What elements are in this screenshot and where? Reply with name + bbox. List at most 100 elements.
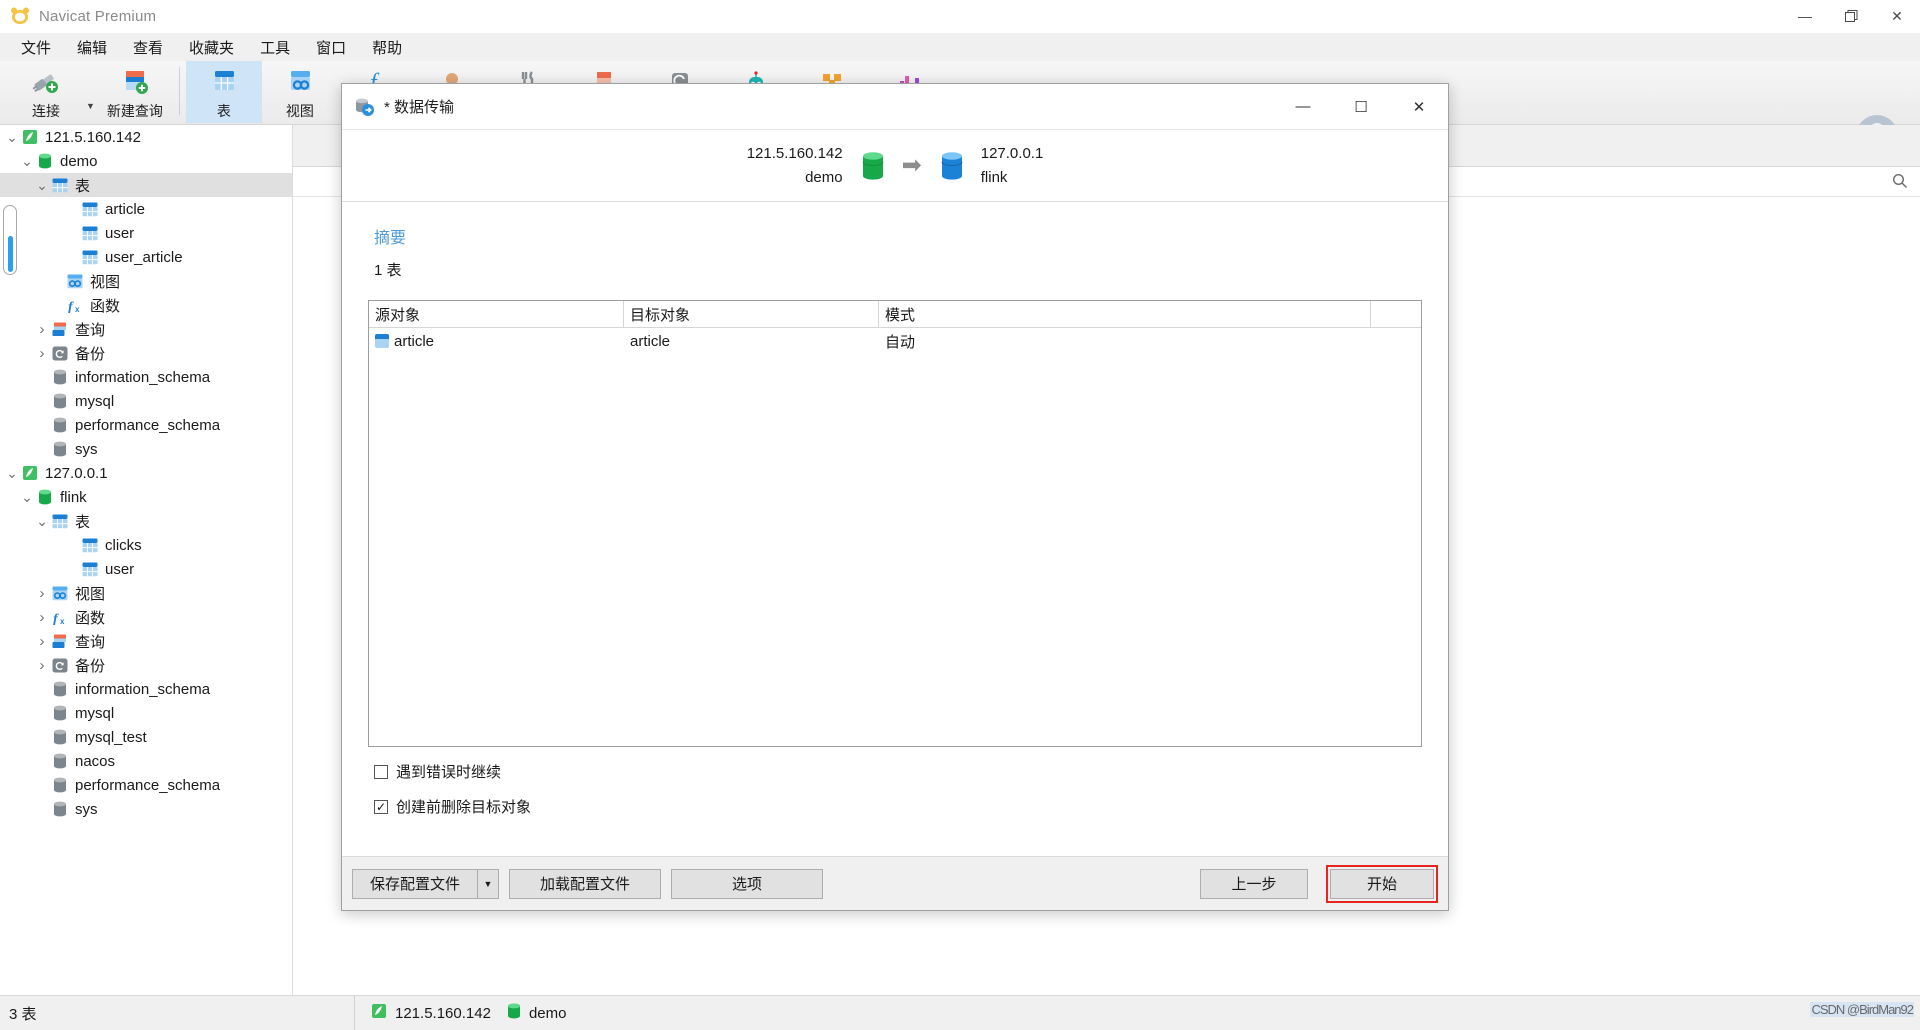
menu-view[interactable]: 查看 (120, 34, 176, 61)
tree-item-121-5-160-142[interactable]: ⌄ 121.5.160.142 (0, 125, 292, 149)
tree-item--[interactable]: ⌄ 表 (0, 173, 292, 197)
tree-item-information_schema[interactable]: information_schema (0, 365, 292, 389)
menubar: 文件 编辑 查看 收藏夹 工具 窗口 帮助 (0, 33, 1920, 61)
window-close-button[interactable]: ✕ (1874, 0, 1920, 33)
tree-item--[interactable]: › 备份 (0, 341, 292, 365)
chevron-down-icon[interactable]: ⌄ (34, 178, 50, 192)
tree-item-sys[interactable]: sys (0, 437, 292, 461)
watermark-text: CSDN @BirdMan92 (1810, 1002, 1914, 1017)
chevron-right-icon[interactable]: › (34, 633, 50, 650)
grid-header-row: 源对象 目标对象 模式 (369, 301, 1421, 328)
window-maximize-button[interactable] (1828, 0, 1874, 33)
chevron-right-icon[interactable]: › (34, 657, 50, 674)
tree-item-label: 备份 (75, 345, 106, 363)
tree-item-label: nacos (75, 752, 116, 770)
tree-item-information_schema[interactable]: information_schema (0, 677, 292, 701)
toolbar-connection-label: 连接 (32, 103, 60, 119)
save-profile-split-button: 保存配置文件 ▼ (352, 868, 499, 899)
tree-item-user_article[interactable]: user_article (0, 245, 292, 269)
chevron-right-icon[interactable]: › (34, 609, 50, 626)
view-icon (50, 586, 70, 601)
option-continue-on-error[interactable]: 遇到错误时继续 (374, 761, 1422, 782)
tree-item-mysql_test[interactable]: mysql_test (0, 725, 292, 749)
tree-item--[interactable]: ⌄ 表 (0, 509, 292, 533)
tree-item--[interactable]: › 备份 (0, 653, 292, 677)
load-profile-button[interactable]: 加载配置文件 (509, 868, 661, 899)
tree-item-mysql[interactable]: mysql (0, 701, 292, 725)
grid-header-source[interactable]: 源对象 (369, 301, 624, 327)
menu-file[interactable]: 文件 (8, 34, 64, 61)
save-profile-dropdown-icon[interactable]: ▼ (477, 868, 499, 899)
toolbar-new-query-button[interactable]: 新建查询 (97, 61, 173, 123)
transfer-objects-grid[interactable]: 源对象 目标对象 模式 article article 自动 (368, 300, 1422, 747)
tree-item-user[interactable]: user (0, 221, 292, 245)
tree-item--[interactable]: › f x 函数 (0, 605, 292, 629)
tree-item-article[interactable]: article (0, 197, 292, 221)
option-drop-target-before-create[interactable]: ✓ 创建前删除目标对象 (374, 796, 1422, 817)
checkbox-continue-on-error[interactable] (374, 764, 388, 779)
previous-button[interactable]: 上一步 (1200, 868, 1308, 899)
tree-item-performance_schema[interactable]: performance_schema (0, 773, 292, 797)
navicat-logo-icon (10, 6, 30, 26)
menu-favorites[interactable]: 收藏夹 (176, 34, 247, 61)
tree-item--[interactable]: f x 函数 (0, 293, 292, 317)
view-icon (285, 67, 315, 97)
tree-item-mysql[interactable]: mysql (0, 389, 292, 413)
tree-item-user[interactable]: user (0, 557, 292, 581)
toolbar-connection-dropdown[interactable]: ▼ (86, 75, 95, 111)
table-row[interactable]: article article 自动 (369, 328, 1421, 354)
tree-item-label: user (105, 224, 135, 242)
sidebar-scrollbar[interactable] (3, 205, 17, 275)
toolbar-table-button[interactable]: 表 (185, 61, 262, 123)
toolbar-connection-button[interactable]: 连接 (8, 61, 84, 123)
tree-item--[interactable]: › 查询 (0, 629, 292, 653)
grid-header-target[interactable]: 目标对象 (624, 301, 879, 327)
database-green-icon (35, 153, 55, 169)
chevron-down-icon[interactable]: ⌄ (19, 154, 35, 168)
save-profile-button[interactable]: 保存配置文件 (352, 868, 477, 899)
tree-item--[interactable]: › 视图 (0, 581, 292, 605)
chevron-down-icon[interactable]: ⌄ (34, 514, 50, 528)
tree-item-performance_schema[interactable]: performance_schema (0, 413, 292, 437)
menu-window[interactable]: 窗口 (303, 34, 359, 61)
tree-item--[interactable]: › 查询 (0, 317, 292, 341)
object-tree-sidebar[interactable]: ⌄ 121.5.160.142 ⌄ demo ⌄ 表 article user user_art… (0, 125, 293, 995)
dialog-minimize-button[interactable]: — (1274, 84, 1332, 129)
toolbar-table-label: 表 (216, 103, 231, 119)
chevron-right-icon[interactable]: › (34, 345, 50, 362)
dialog-maximize-button[interactable]: ☐ (1332, 84, 1390, 129)
start-button[interactable]: 开始 (1330, 868, 1434, 899)
search-icon[interactable] (1892, 173, 1908, 193)
window-minimize-button[interactable]: — (1782, 0, 1828, 33)
dialog-close-button[interactable]: ✕ (1390, 84, 1448, 129)
table-icon (80, 250, 100, 265)
chevron-right-icon[interactable]: › (34, 321, 50, 338)
grid-cell-source: article (369, 333, 624, 350)
tree-item-nacos[interactable]: nacos (0, 749, 292, 773)
tree-item--[interactable]: 视图 (0, 269, 292, 293)
summary-title: 摘要 (374, 230, 407, 247)
tree-item-label: user_article (105, 248, 183, 266)
menu-tools[interactable]: 工具 (247, 34, 303, 61)
menu-edit[interactable]: 编辑 (64, 34, 120, 61)
chevron-right-icon[interactable]: › (34, 585, 50, 602)
options-button[interactable]: 选项 (671, 868, 823, 899)
tree-item-clicks[interactable]: clicks (0, 533, 292, 557)
tree-item-flink[interactable]: ⌄ flink (0, 485, 292, 509)
grid-cell-target: article (630, 332, 671, 350)
database-gray-icon (50, 417, 70, 433)
chevron-down-icon[interactable]: ⌄ (4, 130, 20, 144)
option-continue-on-error-label: 遇到错误时继续 (396, 764, 502, 781)
chevron-down-icon[interactable]: ⌄ (19, 490, 35, 504)
target-host: 127.0.0.1 (980, 144, 1044, 162)
tree-item-127-0-0-1[interactable]: ⌄ 127.0.0.1 (0, 461, 292, 485)
toolbar-view-button[interactable]: 视图 (262, 61, 338, 123)
start-button-highlight: 开始 (1326, 864, 1438, 903)
tree-item-label: 表 (75, 177, 91, 195)
menu-help[interactable]: 帮助 (359, 34, 415, 61)
tree-item-sys[interactable]: sys (0, 797, 292, 821)
tree-item-demo[interactable]: ⌄ demo (0, 149, 292, 173)
chevron-down-icon[interactable]: ⌄ (4, 466, 20, 480)
grid-header-mode[interactable]: 模式 (879, 301, 1371, 327)
checkbox-drop-target-before-create[interactable]: ✓ (374, 799, 388, 814)
